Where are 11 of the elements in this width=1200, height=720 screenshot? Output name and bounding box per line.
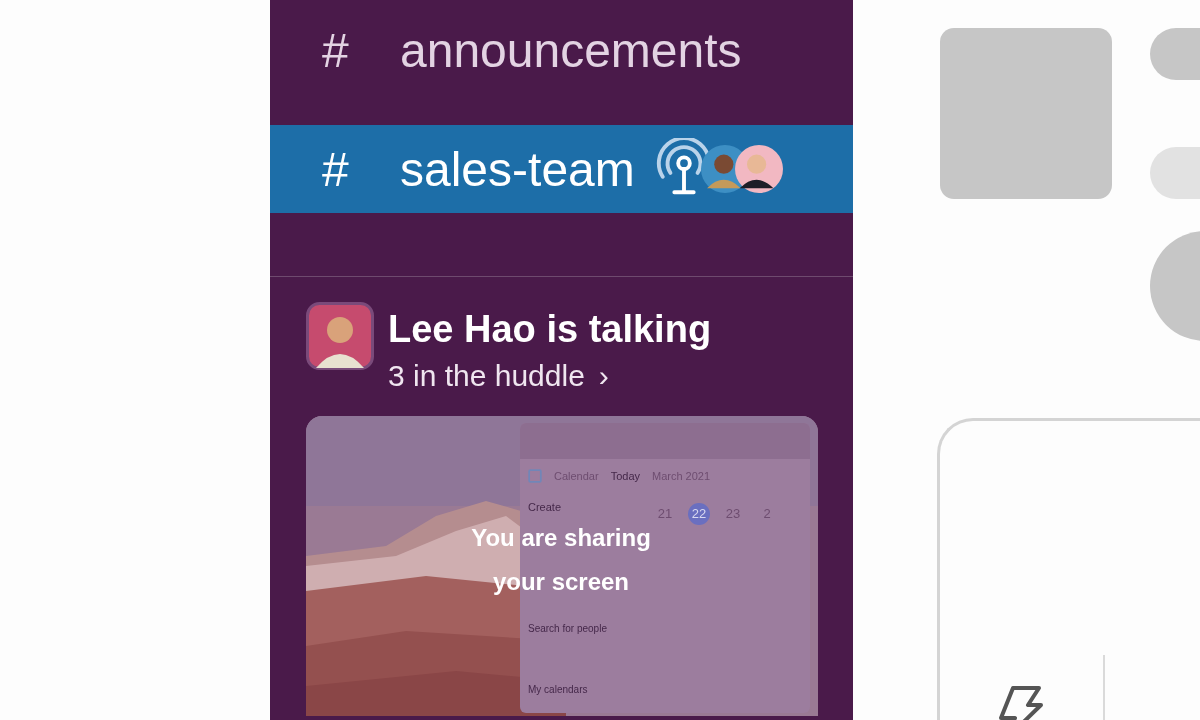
day-number: 22 xyxy=(688,503,710,525)
create-label: Create xyxy=(528,501,563,513)
calendar-icon xyxy=(528,469,542,483)
sharing-message: You are sharing your screen xyxy=(470,523,652,597)
participants-link[interactable]: 3 in the huddle › xyxy=(388,356,712,396)
channel-item[interactable]: # announcements xyxy=(270,0,853,100)
speaker-status: Lee Hao is talking xyxy=(388,307,712,352)
speaker-avatar xyxy=(306,302,374,370)
section-title: My calendars xyxy=(528,684,589,695)
today-label: Today xyxy=(610,470,640,482)
channel-item[interactable]: # sales-team xyxy=(270,125,853,213)
